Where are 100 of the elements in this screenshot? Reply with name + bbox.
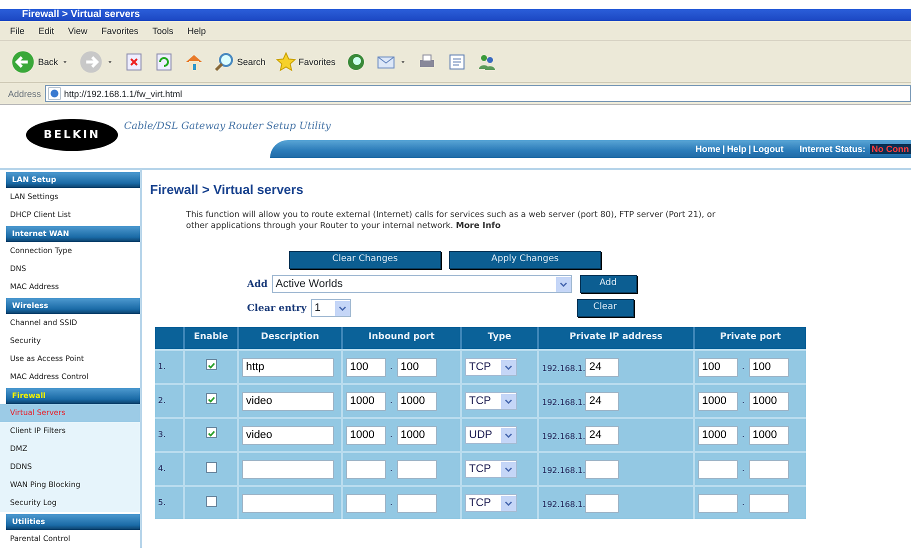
menu-item[interactable]: Tools (152, 21, 174, 40)
column-header: Type (460, 327, 537, 349)
ip-prefix: 192.168.1. (542, 363, 586, 375)
row-number: 5. (158, 498, 166, 507)
ip-prefix: 192.168.1. (542, 397, 586, 409)
column-header: Enable (183, 327, 237, 349)
row-number: 1. (158, 362, 166, 371)
header-link[interactable]: Help (726, 144, 746, 154)
menu-item[interactable]: Help (187, 21, 206, 40)
input-field[interactable] (698, 494, 738, 512)
add-label: Add (247, 278, 268, 290)
type-dropdown[interactable]: TCP (465, 392, 517, 410)
toolbar-button[interactable]: Back (8, 48, 72, 76)
type-dropdown[interactable]: TCP (465, 358, 517, 376)
input-field[interactable] (748, 460, 789, 478)
entry-dropdown[interactable]: 1 (310, 299, 351, 317)
port-separator: . (741, 395, 746, 407)
caret-icon (501, 462, 516, 476)
description-field[interactable]: http (242, 358, 334, 376)
input-field[interactable] (396, 494, 437, 512)
add-button[interactable]: Add (580, 275, 637, 293)
input-field[interactable] (748, 494, 789, 512)
action-button[interactable]: Clear Changes (289, 251, 441, 269)
input-field[interactable] (346, 494, 386, 512)
port-separator: . (741, 429, 746, 441)
input-field[interactable]: 1000 (748, 426, 789, 444)
description-field[interactable]: video (242, 426, 334, 444)
port-separator: . (389, 361, 394, 373)
input-field[interactable]: 100 (396, 358, 437, 376)
row-number: 4. (158, 464, 166, 473)
clear-button[interactable]: Clear (576, 299, 634, 317)
link-divider: | (722, 144, 725, 154)
clear-entry-label: Clear entry (247, 302, 307, 314)
page-icon (48, 87, 62, 100)
input-field[interactable]: 1000 (346, 426, 386, 444)
port-separator: . (741, 497, 746, 509)
header-link[interactable]: Logout (752, 144, 784, 154)
checkbox[interactable] (206, 359, 216, 370)
star-icon (276, 52, 296, 72)
ip-prefix: 192.168.1. (542, 465, 586, 477)
input-field[interactable]: 1000 (346, 392, 386, 410)
column-header: Private port (693, 327, 806, 349)
link-divider: | (748, 144, 751, 154)
port-separator: . (741, 361, 746, 373)
toolbar-button[interactable]: Favorites (272, 50, 339, 74)
status-value: No Conn (870, 144, 911, 154)
page-heading: Firewall > Virtual servers (150, 182, 304, 197)
checkbox[interactable] (206, 393, 216, 404)
ip-field[interactable]: 24 (585, 392, 620, 410)
caret-icon (501, 360, 516, 374)
description-field[interactable] (242, 494, 334, 512)
input-field[interactable]: 100 (698, 358, 738, 376)
input-field[interactable]: 1000 (396, 426, 437, 444)
address-field[interactable]: http://192.168.1.1/fw_virt.html (45, 85, 911, 102)
service-dropdown[interactable]: Active Worlds (272, 275, 572, 293)
port-separator: . (389, 497, 394, 509)
input-field[interactable] (346, 460, 386, 478)
ip-field[interactable] (585, 460, 620, 478)
caret-icon (334, 300, 350, 316)
row-number: 3. (158, 430, 166, 439)
port-separator: . (389, 429, 394, 441)
header-link[interactable]: Home (695, 144, 720, 154)
status-label: Internet Status: (799, 144, 866, 154)
checkbox[interactable] (206, 427, 216, 438)
input-field[interactable]: 100 (748, 358, 789, 376)
checkbox[interactable] (206, 496, 216, 506)
menu-item[interactable]: Favorites (101, 21, 138, 40)
menu-item[interactable]: View (68, 21, 88, 40)
input-field[interactable] (698, 460, 738, 478)
stop-icon (124, 52, 144, 72)
type-dropdown[interactable]: TCP (465, 494, 517, 512)
menu-item[interactable]: Edit (38, 21, 54, 40)
tagline: Cable/DSL Gateway Router Setup Utility (124, 121, 331, 134)
input-field[interactable]: 100 (346, 358, 386, 376)
input-field[interactable]: 1000 (748, 392, 789, 410)
action-button[interactable]: Apply Changes (449, 251, 601, 269)
notepad-icon (446, 52, 467, 72)
ip-prefix: 192.168.1. (542, 499, 586, 511)
ip-field[interactable] (585, 494, 620, 512)
caret-icon (501, 394, 516, 408)
checkbox[interactable] (206, 462, 216, 472)
description-field[interactable]: video (242, 392, 334, 410)
window-title: Firewall > Virtual servers (0, 9, 911, 21)
media-icon (346, 52, 366, 72)
type-dropdown[interactable]: TCP (465, 460, 517, 478)
type-dropdown[interactable]: UDP (465, 426, 517, 444)
ip-field[interactable]: 24 (585, 426, 620, 444)
ip-field[interactable]: 24 (585, 358, 620, 376)
column-header: Inbound port (341, 327, 460, 349)
input-field[interactable]: 1000 (396, 392, 437, 410)
caret-icon (556, 276, 571, 292)
input-field[interactable] (396, 460, 437, 478)
menu-item[interactable]: File (10, 21, 25, 40)
more-info-link[interactable]: More Info (456, 220, 501, 230)
input-field[interactable]: 1000 (698, 392, 738, 410)
input-field[interactable]: 1000 (698, 426, 738, 444)
caret-icon (501, 428, 516, 442)
toolbar-button[interactable]: Search (211, 50, 269, 74)
ip-prefix: 192.168.1. (542, 431, 586, 443)
description-field[interactable] (242, 460, 334, 478)
